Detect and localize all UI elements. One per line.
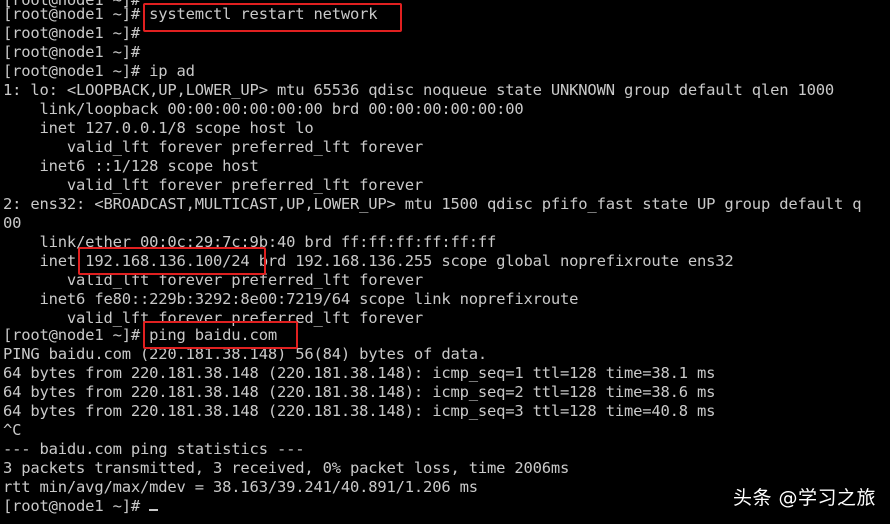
terminal-line: [root@node1 ~]# xyxy=(3,24,150,42)
terminal-line: link/loopback 00:00:00:00:00:00 brd 00:0… xyxy=(3,100,524,118)
highlight-box-restart-command xyxy=(143,3,402,32)
terminal-line: 1: lo: <LOOPBACK,UP,LOWER_UP> mtu 65536 … xyxy=(3,81,834,99)
terminal-line: 2: ens32: <BROADCAST,MULTICAST,UP,LOWER_… xyxy=(3,195,862,213)
terminal-line: --- baidu.com ping statistics --- xyxy=(3,440,305,458)
terminal-line: 64 bytes from 220.181.38.148 (220.181.38… xyxy=(3,402,716,420)
prompt-text: [root@node1 ~]# xyxy=(3,497,150,515)
watermark: 头条 @学习之旅 xyxy=(732,487,876,509)
terminal-line: valid_lft forever preferred_lft forever xyxy=(3,176,424,194)
terminal-line: 64 bytes from 220.181.38.148 (220.181.38… xyxy=(3,383,716,401)
terminal-line: 3 packets transmitted, 3 received, 0% pa… xyxy=(3,459,570,477)
terminal-line: ^C xyxy=(3,421,22,439)
terminal-line: inet6 ::1/128 scope host xyxy=(3,157,259,175)
terminal-line: rtt min/avg/max/mdev = 38.163/39.241/40.… xyxy=(3,478,478,496)
terminal-line: 00 xyxy=(3,214,22,232)
text-cursor xyxy=(149,509,159,511)
terminal-prompt-line[interactable]: [root@node1 ~]# xyxy=(3,497,159,516)
terminal-line: [root@node1 ~]# xyxy=(3,43,150,61)
terminal-line: valid_lft forever preferred_lft forever xyxy=(3,138,424,156)
highlight-box-ip-address xyxy=(78,247,266,275)
terminal-window[interactable]: [root@node1 ~]# [root@node1 ~]# systemct… xyxy=(0,0,890,524)
highlight-box-ping-command xyxy=(143,321,298,349)
terminal-line: inet 127.0.0.1/8 scope host lo xyxy=(3,119,314,137)
terminal-line: 64 bytes from 220.181.38.148 (220.181.38… xyxy=(3,364,716,382)
terminal-line: [root@node1 ~]# ip ad xyxy=(3,62,195,80)
terminal-line: inet6 fe80::229b:3292:8e00:7219/64 scope… xyxy=(3,290,579,308)
